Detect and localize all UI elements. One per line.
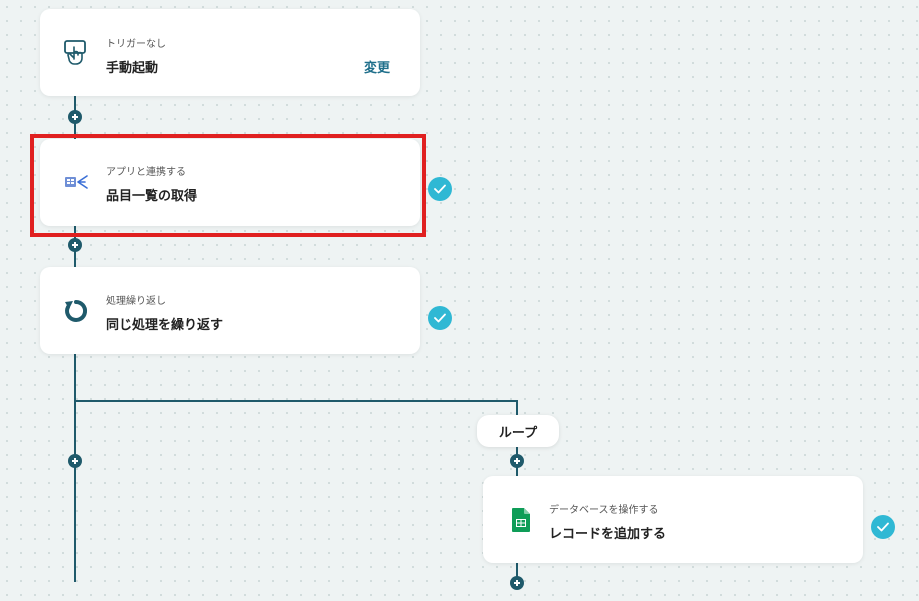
status-complete-icon xyxy=(428,177,452,201)
change-trigger-button[interactable]: 変更 xyxy=(364,57,390,76)
add-step-button-2[interactable] xyxy=(68,238,82,252)
hand-pointer-icon xyxy=(62,39,90,67)
step-title: レコードを追加する xyxy=(549,527,667,542)
status-complete-icon xyxy=(871,515,895,539)
add-step-button-loop[interactable] xyxy=(510,454,524,468)
add-step-button-3[interactable] xyxy=(68,454,82,468)
step-subtitle: アプリと連携する xyxy=(106,167,186,178)
app-integration-icon xyxy=(62,169,90,197)
loop-label[interactable]: ループ xyxy=(477,415,559,447)
add-step-button-loop-end[interactable] xyxy=(510,576,524,590)
step-card-database[interactable]: データベースを操作する レコードを追加する xyxy=(483,476,863,563)
step-card-trigger[interactable]: トリガーなし 手動起動 変更 xyxy=(40,9,420,96)
step-subtitle: データベースを操作する xyxy=(549,505,659,516)
step-card-app-integration[interactable]: アプリと連携する 品目一覧の取得 xyxy=(40,139,420,226)
step-subtitle: 処理繰り返し xyxy=(106,296,166,307)
step-card-loop[interactable]: 処理繰り返し 同じ処理を繰り返す xyxy=(40,267,420,354)
loop-arrow-icon xyxy=(62,297,90,325)
status-complete-icon xyxy=(428,306,452,330)
flow-line-branch-horizontal xyxy=(74,400,518,402)
step-title: 品目一覧の取得 xyxy=(106,189,198,204)
step-title: 同じ処理を繰り返す xyxy=(106,318,224,333)
flow-line-branch-vertical xyxy=(516,400,518,416)
add-step-button-1[interactable] xyxy=(68,110,82,124)
step-title: 手動起動 xyxy=(106,61,159,76)
step-subtitle: トリガーなし xyxy=(106,39,166,50)
google-sheets-icon xyxy=(507,506,535,534)
